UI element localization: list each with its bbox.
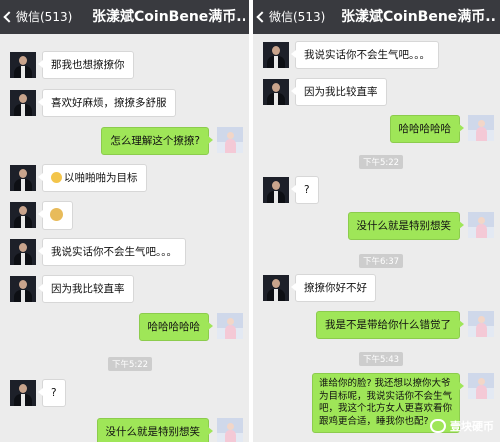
message-bubble-incoming[interactable]: 因为我比较直率 [291,78,387,106]
message-bubble-outgoing[interactable]: 没什么就是特别想笑 [347,212,464,240]
contact-avatar[interactable] [10,380,36,406]
watermark: 壹块硬币 [430,418,494,434]
chat-screen-left: 微信(513) 张漾斌CoinBene满币... 那我也想撩撩你 喜欢好麻烦，撩… [0,0,249,442]
message-bubble-incoming[interactable] [38,201,73,230]
contact-avatar[interactable] [10,276,36,302]
message-bubble-incoming[interactable]: ? [38,379,66,407]
message-bubble-incoming[interactable]: 以啪啪啪为目标 [38,164,147,192]
chat-screen-right: 微信(513) 张漾斌CoinBene满币... 我说实话你不会生气吧。。。 因… [253,0,500,442]
back-button[interactable]: 微信(513) [256,8,326,25]
timestamp: 下午6:37 [359,254,404,268]
contact-avatar[interactable] [10,165,36,191]
contact-avatar[interactable] [263,79,289,105]
my-avatar[interactable] [217,313,243,339]
emoji-icon [51,172,62,183]
contact-avatar[interactable] [10,202,36,228]
back-button[interactable]: 微信(513) [3,8,73,25]
chat-title: 张漾斌CoinBene满币... [92,9,245,25]
message-bubble-outgoing[interactable]: 怎么理解这个撩撩? [101,127,213,155]
contact-avatar[interactable] [263,177,289,203]
message-bubble-incoming[interactable]: 我说实话你不会生气吧。。。 [38,238,186,266]
timestamp: 下午5:22 [108,357,153,371]
timestamp: 下午5:22 [359,155,404,169]
timestamp: 下午5:43 [359,352,404,366]
message-bubble-outgoing[interactable]: 哈哈哈哈哈 [389,115,464,143]
nav-bar: 微信(513) 张漾斌CoinBene满币... [253,0,500,34]
nav-bar: 微信(513) 张漾斌CoinBene满币... [0,0,249,34]
wechat-icon [430,419,446,433]
back-label: 微信(513) [269,10,326,24]
contact-avatar[interactable] [263,275,289,301]
contact-avatar[interactable] [10,52,36,78]
my-avatar[interactable] [468,115,494,141]
message-bubble-outgoing[interactable]: 没什么就是特别想笑 [96,418,213,442]
message-bubble-incoming[interactable]: 我说实话你不会生气吧。。。 [291,41,439,69]
chat-title: 张漾斌CoinBene满币... [341,9,496,25]
contact-avatar[interactable] [10,239,36,265]
my-avatar[interactable] [217,418,243,442]
contact-avatar[interactable] [10,90,36,116]
my-avatar[interactable] [468,212,494,238]
my-avatar[interactable] [217,127,243,153]
chevron-left-icon [3,11,15,23]
emoji-icon [50,208,63,221]
message-bubble-incoming[interactable]: 撩撩你好不好 [291,274,376,302]
message-bubble-outgoing[interactable]: 我是不是带给你什么错觉了 [316,311,464,339]
contact-avatar[interactable] [263,42,289,68]
chevron-left-icon [256,11,268,23]
my-avatar[interactable] [468,373,494,399]
back-label: 微信(513) [16,10,73,24]
my-avatar[interactable] [468,311,494,337]
message-bubble-incoming[interactable]: ? [291,176,319,204]
message-bubble-incoming[interactable]: 那我也想撩撩你 [38,51,134,79]
message-bubble-incoming[interactable]: 喜欢好麻烦，撩撩多舒服 [38,89,176,117]
watermark-text: 壹块硬币 [450,420,494,433]
message-text: 以啪啪啪为目标 [64,172,138,184]
message-bubble-incoming[interactable]: 因为我比较直率 [38,275,134,303]
message-bubble-outgoing[interactable]: 哈哈哈哈哈 [138,313,213,341]
